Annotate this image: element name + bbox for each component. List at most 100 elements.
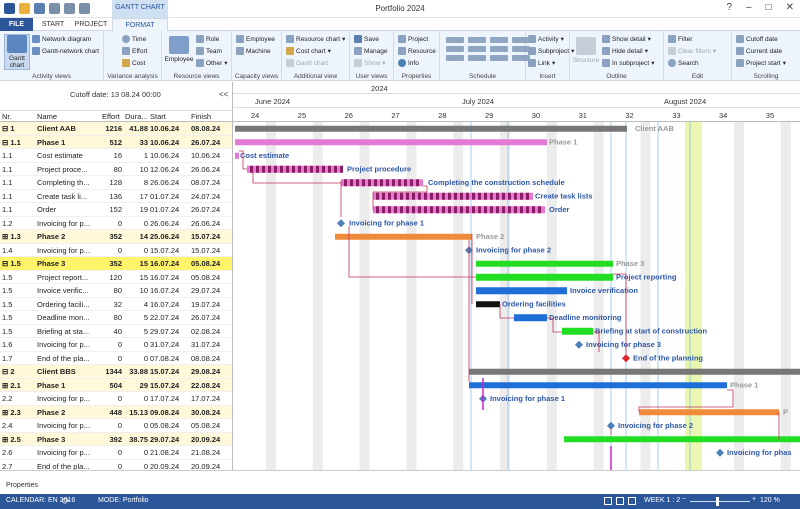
info-button[interactable]: Info (398, 59, 419, 67)
scroll-current-date-button[interactable]: Current date (736, 47, 782, 55)
cell-nr[interactable]: ⊞ 2.1 (2, 379, 36, 393)
gantt-chart-pane[interactable]: 2024 June 2024 July 2024 August 2024 24 2… (232, 82, 800, 470)
cell-name[interactable]: Phase 1 (37, 136, 99, 150)
minimize-icon[interactable]: – (746, 2, 752, 13)
table-row[interactable]: 2.6 Invoicing for p... 0 0 21.08.24 21.08.24 (0, 446, 232, 460)
cell-start[interactable]: 31.07.24 (150, 338, 190, 352)
additional-gantt-chart-button[interactable]: Gantt chart (286, 59, 328, 67)
summary-bar-client-bbs[interactable] (469, 368, 800, 375)
cell-duration[interactable]: 15.13 (124, 406, 148, 420)
refresh-icon[interactable]: ⟳ (62, 496, 70, 507)
gantt-network-button[interactable]: Gantt-network chart (32, 47, 99, 55)
cell-effort[interactable]: 40 (100, 325, 122, 339)
cell-finish[interactable]: 10.06.24 (191, 149, 231, 163)
cell-finish[interactable]: 24.07.24 (191, 190, 231, 204)
cell-start[interactable]: 29.07.24 (150, 325, 190, 339)
cell-name[interactable]: Completing th... (37, 176, 99, 190)
cell-effort[interactable]: 512 (100, 136, 122, 150)
cell-duration[interactable]: 0 (124, 217, 148, 231)
cell-start[interactable]: 10.06.24 (150, 122, 190, 136)
cell-duration[interactable]: 0 (124, 244, 148, 258)
gantt-body[interactable]: Client AAB Phase 1 Cost estimate Project pr… (233, 122, 800, 470)
show-detail-dropdown[interactable]: Show detail ▾ (602, 35, 651, 43)
manage-views-button[interactable]: Manage (354, 47, 388, 55)
cell-duration[interactable]: 38.75 (124, 433, 148, 447)
cell-name[interactable]: Cost estimate (37, 149, 99, 163)
table-row[interactable]: ⊞ 2.1 Phase 1 504 29 15.07.24 22.08.24 (0, 378, 232, 393)
network-diagram-button[interactable]: Network diagram (32, 35, 91, 43)
task-bar[interactable] (373, 206, 545, 214)
cell-effort[interactable]: 352 (100, 230, 122, 244)
collapse-table-button[interactable]: << (219, 90, 228, 99)
cell-duration[interactable]: 17 (124, 190, 148, 204)
cell-effort[interactable]: 80 (100, 163, 122, 177)
col-header-name[interactable]: Name (37, 112, 57, 121)
milestone-marker[interactable] (716, 448, 724, 457)
gantt-chart-button[interactable]: Gantt chart (4, 34, 30, 70)
phase-bar[interactable] (639, 409, 779, 416)
task-bar[interactable] (514, 314, 547, 322)
cell-effort[interactable]: 32 (100, 298, 122, 312)
phase-bar[interactable] (469, 382, 727, 389)
scroll-cutoff-date-button[interactable]: Cutoff date (736, 35, 778, 43)
cell-duration[interactable]: 0 (124, 419, 148, 433)
cell-finish[interactable]: 20.09.24 (191, 433, 231, 447)
task-bar[interactable] (476, 273, 613, 281)
table-row[interactable]: ⊟ 1.1 Phase 1 512 33 10.06.24 26.07.24 (0, 135, 232, 150)
milestone-marker[interactable] (575, 340, 583, 349)
capacity-employee-button[interactable]: Employee (236, 35, 275, 43)
cell-duration[interactable]: 4 (124, 298, 148, 312)
cell-finish[interactable]: 15.07.24 (191, 230, 231, 244)
cell-nr[interactable]: ⊞ 1.3 (2, 230, 36, 244)
cell-name[interactable]: Briefing at sta... (37, 325, 99, 339)
table-row[interactable]: 1.4 Invoicing for p... 0 0 15.07.24 15.07.24 (0, 244, 232, 258)
cell-start[interactable]: 15.07.24 (150, 365, 190, 379)
tab-project[interactable]: PROJECT (72, 18, 110, 31)
cell-start[interactable]: 26.06.24 (150, 217, 190, 231)
cell-duration[interactable]: 8 (124, 176, 148, 190)
table-row[interactable]: 1.5 Briefing at sta... 40 5 29.07.24 02.08.24 (0, 325, 232, 339)
cell-finish[interactable]: 02.08.24 (191, 325, 231, 339)
cell-effort[interactable]: 392 (100, 433, 122, 447)
table-row[interactable]: ⊞ 2.5 Phase 3 392 38.75 29.07.24 20.09.24 (0, 432, 232, 447)
cell-effort[interactable]: 352 (100, 257, 122, 271)
cell-nr[interactable]: 1.5 (2, 284, 36, 298)
insert-link-dropdown[interactable]: Link ▾ (528, 59, 555, 67)
cell-start[interactable]: 16.07.24 (150, 298, 190, 312)
cell-start[interactable]: 16.07.24 (150, 284, 190, 298)
cell-finish[interactable]: 30.08.24 (191, 406, 231, 420)
cell-nr[interactable]: 1.2 (2, 217, 36, 231)
summary-bar-client-aab[interactable] (235, 125, 627, 132)
cell-finish[interactable]: 19.07.24 (191, 298, 231, 312)
zoom-in-icon[interactable]: + (752, 496, 756, 503)
cell-nr[interactable]: 1.4 (2, 244, 36, 258)
task-bar[interactable] (476, 301, 500, 308)
cell-name[interactable]: Ordering facili... (37, 298, 99, 312)
cell-nr[interactable]: 1.1 (2, 203, 36, 217)
zoom-out-icon[interactable]: − (682, 496, 686, 503)
cell-start[interactable]: 09.08.24 (150, 406, 190, 420)
cell-finish[interactable]: 05.08.24 (191, 419, 231, 433)
capacity-machine-button[interactable]: Machine (236, 47, 271, 55)
tab-start[interactable]: START (36, 18, 70, 31)
table-row[interactable]: ⊟ 1 Client AAB 1216 41.88 10.06.24 08.08.24 (0, 122, 232, 136)
cell-name[interactable]: Invoice verific... (37, 284, 99, 298)
table-row[interactable]: ⊟ 1.5 Phase 3 352 15 16.07.24 05.08.24 (0, 257, 232, 271)
cell-name[interactable]: Phase 2 (37, 406, 99, 420)
col-header-start[interactable]: Start (150, 112, 166, 121)
table-row[interactable]: ⊟ 2 Client BBS 1344 33.88 15.07.24 29.08.24 (0, 365, 232, 379)
cell-nr[interactable]: 1.5 (2, 271, 36, 285)
cell-duration[interactable]: 29 (124, 379, 148, 393)
phase-bar[interactable] (235, 139, 547, 146)
cell-start[interactable]: 05.08.24 (150, 419, 190, 433)
schedule-icon[interactable] (468, 46, 486, 52)
schedule-icon[interactable] (446, 37, 464, 43)
cell-start[interactable]: 21.08.24 (150, 446, 190, 460)
project-properties-button[interactable]: Project (398, 35, 428, 43)
team-button[interactable]: Team (196, 47, 222, 55)
col-header-finish[interactable]: Finish (191, 112, 211, 121)
role-button[interactable]: Role (196, 35, 219, 43)
cell-name[interactable]: Project report... (37, 271, 99, 285)
cell-start[interactable]: 15.07.24 (150, 244, 190, 258)
hide-detail-dropdown[interactable]: Hide detail ▾ (602, 47, 648, 55)
